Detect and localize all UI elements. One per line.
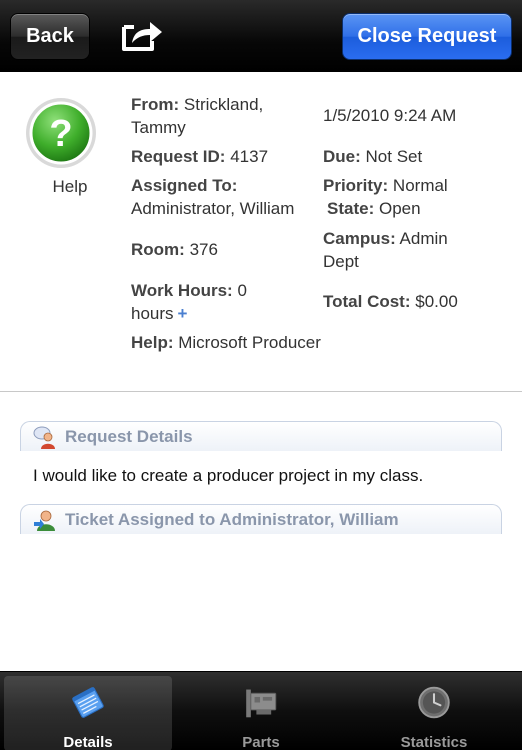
total-cost-label: Total Cost: [323, 292, 411, 311]
request-id-field: Request ID: 4137 [131, 145, 268, 168]
priority-label: Priority: [323, 176, 389, 195]
navigation-bar: Back Close Request [0, 0, 522, 72]
add-work-hours-button[interactable]: + [178, 304, 188, 323]
svg-text:?: ? [49, 113, 72, 155]
request-date: 1/5/2010 9:24 AM [323, 106, 457, 125]
user-assign-icon [34, 510, 55, 531]
state-label: State: [327, 199, 375, 218]
tab-parts[interactable]: Parts [177, 676, 345, 750]
help-category-value: Microsoft Producer [178, 333, 321, 352]
divider [0, 391, 522, 392]
share-arrow-icon[interactable] [120, 17, 164, 53]
request-details-title: Request Details [65, 426, 193, 446]
work-hours-label: Work Hours: [131, 281, 233, 300]
due-value: Not Set [365, 147, 423, 166]
work-hours-field: Work Hours: 0 hours + [131, 279, 281, 325]
from-label: From: [131, 95, 180, 114]
state-field: State: Open [327, 197, 421, 220]
tab-statistics-label: Statistics [400, 734, 468, 750]
priority-value: Normal [392, 176, 448, 195]
tab-statistics[interactable]: Statistics [350, 676, 518, 750]
request-details-header[interactable]: Request Details [20, 421, 502, 451]
ticket-assigned-title: Ticket Assigned to Administrator, Willia… [65, 509, 399, 529]
help-category-field: Help: Microsoft Producer [131, 331, 321, 354]
tab-details[interactable]: Details [4, 676, 172, 750]
room-field: Room: 376 [131, 238, 218, 261]
tab-parts-label: Parts [242, 734, 280, 750]
back-button[interactable]: Back [10, 13, 90, 60]
assigned-to-label: Assigned To: [131, 176, 238, 195]
request-details-text: I would like to create a producer projec… [33, 466, 424, 485]
notepad-icon [72, 687, 104, 718]
total-cost-field: Total Cost: $0.00 [323, 290, 458, 313]
ticket-assigned-header[interactable]: Ticket Assigned to Administrator, Willia… [20, 504, 502, 534]
circuit-card-icon [246, 689, 277, 718]
tab-details-label: Details [63, 734, 113, 750]
help-label: Help [52, 177, 88, 196]
priority-field: Priority: Normal [323, 174, 448, 197]
room-value: 376 [189, 240, 218, 259]
request-id-value: 4137 [230, 147, 269, 166]
user-speech-icon [33, 426, 55, 449]
request-id-label: Request ID: [131, 147, 226, 166]
total-cost-value: $0.00 [415, 292, 458, 311]
state-value: Open [378, 199, 421, 218]
assigned-to-value: Administrator, William [131, 199, 295, 218]
close-request-button[interactable]: Close Request [342, 13, 512, 60]
campus-label: Campus: [323, 229, 396, 248]
tab-bar: Details Parts Statistics [0, 671, 522, 750]
campus-field: Campus: Admin Dept [323, 227, 483, 273]
assigned-to-field: Assigned To: Administrator, William [131, 174, 321, 220]
room-label: Room: [131, 240, 185, 259]
due-label: Due: [323, 147, 361, 166]
clock-icon [418, 686, 450, 719]
from-field: From: Strickland, Tammy [131, 93, 311, 139]
question-mark-icon[interactable]: ? [24, 96, 98, 170]
due-field: Due: Not Set [323, 145, 422, 168]
section-fade [20, 534, 502, 546]
help-category-label: Help: [131, 333, 174, 352]
